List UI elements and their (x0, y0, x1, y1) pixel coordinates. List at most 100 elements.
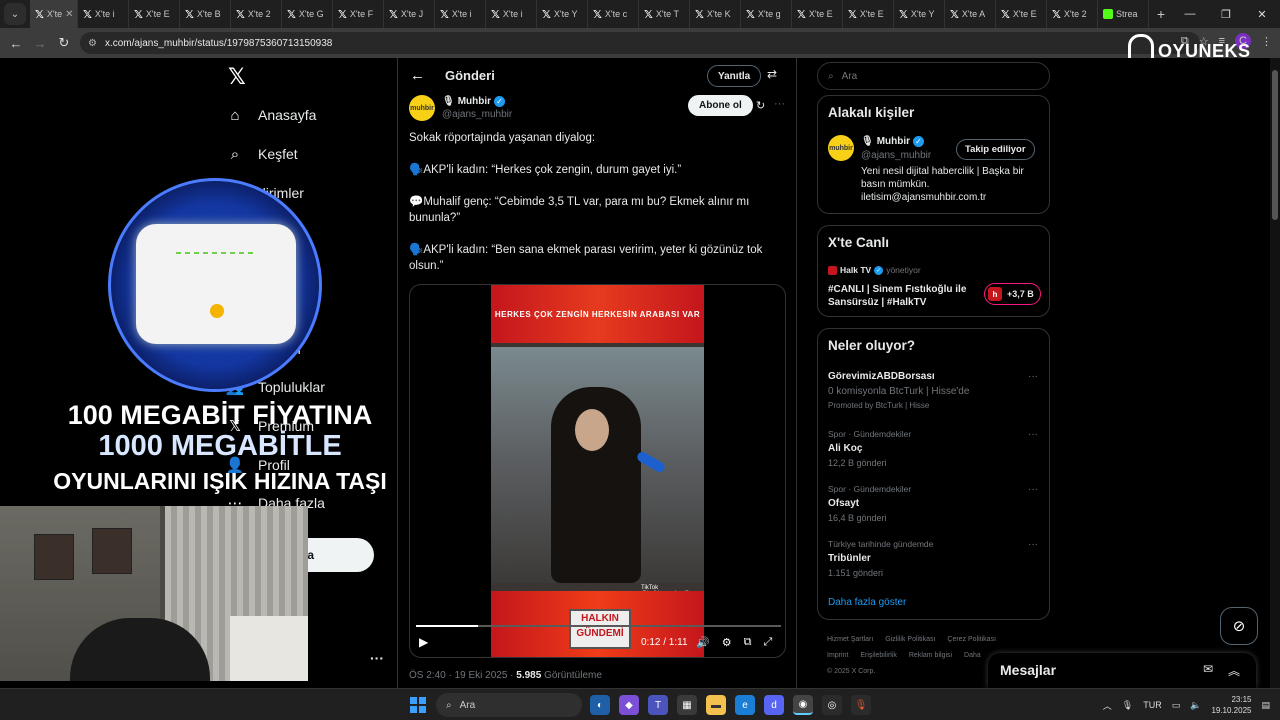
footer-link[interactable]: Erişilebilirlik (860, 652, 897, 659)
settings-icon[interactable]: ⚙ (722, 636, 732, 649)
relevant-avatar[interactable]: muhbir (828, 135, 854, 161)
clock[interactable]: 23:15 19.10.2025 (1211, 694, 1251, 716)
live-host[interactable]: Halk TV ✓ yönetiyor (828, 265, 921, 275)
relevant-handle[interactable]: @ajans_muhbir (861, 150, 931, 161)
new-message-icon[interactable]: ✉ (1203, 662, 1213, 676)
fullscreen-icon[interactable]: ⤢ (763, 636, 772, 649)
network-icon[interactable]: ▭ (1172, 700, 1181, 711)
video-progress-bar[interactable] (416, 625, 781, 627)
grok-icon[interactable]: ↻ (756, 99, 765, 112)
forward-button[interactable]: → (28, 36, 52, 51)
author-handle[interactable]: @ajans_muhbir (442, 109, 512, 120)
start-button[interactable] (410, 697, 426, 713)
search-input[interactable]: ⌕ Ara (817, 62, 1050, 90)
browser-tab[interactable]: 𝕏 X'te A (945, 0, 996, 28)
reload-button[interactable]: ↻ (52, 35, 76, 51)
messages-drawer[interactable]: Mesajlar ✉ ︽ (988, 653, 1256, 688)
minimize-button[interactable]: — (1172, 0, 1208, 28)
browser-tab[interactable]: 𝕏 X'te i (486, 0, 537, 28)
footer-link[interactable]: Gizlilik Politikası (885, 636, 935, 643)
browser-tab[interactable]: 𝕏 X'te K (690, 0, 741, 28)
trend-item[interactable]: Spor · Gündemdekiler Ali Koç 12,2 B gönd… (828, 429, 1038, 468)
live-listeners-badge[interactable]: h +3,7 B (984, 283, 1041, 305)
trend-more-icon[interactable]: ··· (1028, 484, 1038, 495)
play-icon[interactable]: ▶ (419, 635, 428, 649)
volume-icon[interactable]: 🔊 (696, 636, 710, 649)
browser-tab[interactable]: 𝕏 X'te E (792, 0, 843, 28)
x-logo-icon[interactable]: 𝕏 (228, 64, 246, 90)
edge-icon[interactable]: e (735, 695, 755, 715)
browser-tab[interactable]: 𝕏 X'te i (435, 0, 486, 28)
browser-tab[interactable]: Strea (1098, 0, 1149, 28)
trend-item[interactable]: Türkiye tarihinde gündemde Tribünler 1.1… (828, 539, 1038, 578)
browser-tab[interactable]: 𝕏 X'te Y (537, 0, 588, 28)
back-arrow-icon[interactable]: ← (410, 67, 425, 84)
mic-tray-icon[interactable]: 🎙 (1122, 700, 1133, 711)
close-window-button[interactable]: ✕ (1244, 0, 1280, 28)
browser-tab[interactable]: 𝕏 X'te 2 (1047, 0, 1098, 28)
browser-tab[interactable]: 𝕏 X'te ✕ (30, 0, 78, 28)
tab-search-button[interactable]: ⌄ (4, 3, 26, 25)
taskbar-search[interactable]: ⌕ Ara (436, 693, 582, 717)
volume-tray-icon[interactable]: 🔈 (1190, 700, 1201, 711)
footer-link[interactable]: Reklam bilgisi (909, 652, 952, 659)
widgets-icon[interactable]: ◐ (590, 695, 610, 715)
obs-icon[interactable]: ◎ (822, 695, 842, 715)
trend-item[interactable]: GörevimizABDBorsası 0 komisyonla BtcTurk… (828, 371, 1038, 410)
following-button[interactable]: Takip ediliyor (956, 139, 1035, 160)
tray-chevron-icon[interactable]: ︿ (1103, 699, 1112, 712)
expand-icon[interactable]: ︽ (1228, 662, 1240, 679)
subscribe-button[interactable]: Abone ol (688, 95, 753, 116)
scroll-thumb[interactable] (1272, 70, 1278, 220)
browser-tab[interactable]: 𝕏 X'te G (282, 0, 333, 28)
site-info-icon[interactable]: ⚙ (88, 38, 97, 49)
menu-icon[interactable]: ⋮ (1261, 35, 1272, 48)
video-player[interactable]: HERKES ÇOK ZENGİN HERKESİN ARABASI VAR T… (409, 284, 786, 658)
browser-tab[interactable]: 𝕏 X'te E (996, 0, 1047, 28)
browser-tab[interactable]: 𝕏 X'te g (741, 0, 792, 28)
post-more-icon[interactable]: ··· (774, 98, 785, 110)
account-more-icon[interactable]: ··· (370, 650, 384, 666)
footer-link[interactable]: Daha (964, 652, 981, 659)
post-timestamp[interactable]: ÖS 2:40 · 19 Eki 2025 · (409, 670, 516, 681)
trend-item[interactable]: Spor · Gündemdekiler Ofsayt 16,4 B gönde… (828, 484, 1038, 523)
footer-link[interactable]: Çerez Politikası (947, 636, 996, 643)
sidebar-item-0[interactable]: ⌂ Anasayfa (226, 106, 316, 124)
footer-link[interactable]: Imprint (827, 652, 848, 659)
browser-tab[interactable]: 𝕏 X'te i (78, 0, 129, 28)
file-explorer-icon[interactable]: ▬ (706, 695, 726, 715)
author-avatar[interactable]: muhbir (409, 95, 435, 121)
new-tab-button[interactable]: + (1149, 6, 1173, 22)
browser-tab[interactable]: 𝕏 X'te T (639, 0, 690, 28)
popout-icon[interactable]: ⧉ (744, 636, 752, 649)
reply-button[interactable]: Yanıtla (707, 65, 762, 87)
tab-close-icon[interactable]: ✕ (65, 9, 73, 20)
browser-tab[interactable]: 𝕏 X'te 2 (231, 0, 282, 28)
trend-more-icon[interactable]: ··· (1028, 429, 1038, 440)
footer-link[interactable]: Hizmet Şartları (827, 636, 873, 643)
chrome-icon[interactable]: ◉ (793, 695, 813, 715)
maximize-button[interactable]: ❐ (1208, 0, 1244, 28)
grok-float-button[interactable]: ⊘ (1220, 607, 1258, 645)
page-scrollbar[interactable] (1270, 58, 1280, 688)
teams-icon[interactable]: T (648, 695, 668, 715)
author-name[interactable]: 🎙 Muhbir ✓ (442, 96, 506, 107)
address-bar[interactable]: ⚙ x.com/ajans_muhbir/status/197987536071… (80, 32, 1200, 54)
trend-more-icon[interactable]: ··· (1028, 371, 1038, 382)
live-stream-title[interactable]: #CANLI | Sinem Fıstıkoğlu ile Sansürsüz … (828, 283, 978, 309)
microphone-app-icon[interactable]: 🎙 (851, 695, 871, 715)
browser-tab[interactable]: 𝕏 X'te E (129, 0, 180, 28)
relevant-name[interactable]: 🎙 Muhbir ✓ (861, 136, 925, 147)
back-button[interactable]: ← (4, 36, 28, 51)
language-indicator[interactable]: TUR (1143, 700, 1162, 710)
browser-tab[interactable]: 𝕏 X'te c (588, 0, 639, 28)
browser-tab[interactable]: 𝕏 X'te E (843, 0, 894, 28)
filter-icon[interactable]: ⇄ (767, 67, 777, 81)
browser-tab[interactable]: 𝕏 X'te Y (894, 0, 945, 28)
browser-tab[interactable]: 𝕏 X'te B (180, 0, 231, 28)
browser-tab[interactable]: 𝕏 X'te F (333, 0, 384, 28)
copilot-icon[interactable]: ◆ (619, 695, 639, 715)
store-icon[interactable]: ▦ (677, 695, 697, 715)
discord-icon[interactable]: d (764, 695, 784, 715)
trend-more-icon[interactable]: ··· (1028, 539, 1038, 550)
